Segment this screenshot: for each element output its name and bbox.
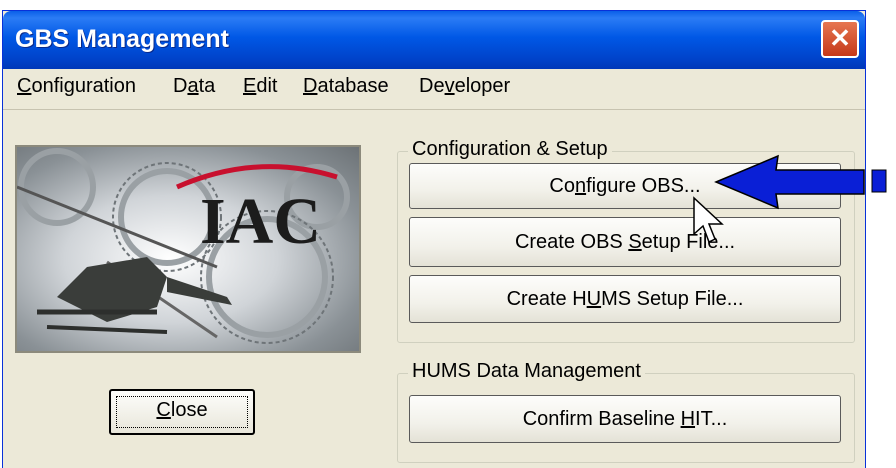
close-window-icon[interactable]: ✕ (821, 20, 859, 58)
menu-bar: Configuration Data Edit Database Develop… (3, 69, 865, 110)
menu-developer[interactable]: Developer (419, 75, 510, 98)
gbs-management-window: GBS Management ✕ Configuration Data Edit… (2, 10, 866, 468)
title-bar[interactable]: GBS Management ✕ (3, 11, 865, 69)
configuration-setup-label: Configuration & Setup (408, 138, 612, 161)
menu-database[interactable]: Database (303, 75, 389, 98)
mouse-cursor-icon (693, 196, 724, 244)
menu-data[interactable]: Data (173, 75, 215, 98)
window-title: GBS Management (15, 25, 229, 53)
close-button[interactable]: Close (109, 389, 255, 435)
menu-edit[interactable]: Edit (243, 75, 277, 98)
hums-data-management-label: HUMS Data Management (408, 360, 645, 383)
confirm-baseline-hit-button[interactable]: Confirm Baseline HIT... (409, 395, 841, 443)
logo-graphic: IAC (17, 148, 350, 344)
focus-rectangle (116, 396, 248, 428)
menu-configuration[interactable]: Configuration (17, 75, 136, 98)
helicopter-logo-image: IAC (15, 145, 361, 353)
create-obs-setup-button[interactable]: Create OBS Setup File... (409, 217, 841, 267)
blue-arrow-icon (714, 154, 887, 210)
create-hums-setup-button[interactable]: Create HUMS Setup File... (409, 275, 841, 323)
logo-text: IAC (200, 185, 321, 258)
